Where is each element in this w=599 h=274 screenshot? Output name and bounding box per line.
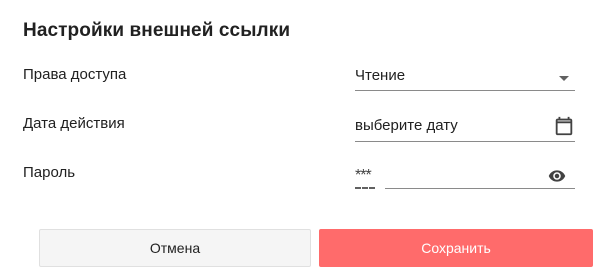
eye-icon[interactable] (545, 167, 569, 185)
password-label: Пароль (23, 164, 76, 181)
chevron-down-icon[interactable] (559, 76, 569, 81)
password-mask-underline (355, 187, 375, 189)
password-field[interactable] (385, 165, 575, 189)
external-link-settings-dialog: Настройки внешней ссылки Права доступа Ч… (0, 0, 599, 274)
dialog-title: Настройки внешней ссылки (23, 20, 291, 41)
expiry-date-field[interactable]: выберите дату (355, 114, 575, 142)
expiry-date-placeholder: выберите дату (355, 117, 458, 134)
save-button[interactable]: Сохранить (319, 229, 593, 267)
expiry-date-label: Дата действия (23, 115, 125, 132)
cancel-button[interactable]: Отмена (39, 229, 311, 267)
access-rights-select[interactable]: Чтение (355, 64, 575, 91)
access-rights-label: Права доступа (23, 66, 127, 83)
access-rights-value: Чтение (355, 67, 406, 84)
calendar-icon[interactable] (553, 115, 575, 137)
password-mask-toggle[interactable]: *** (355, 168, 372, 184)
